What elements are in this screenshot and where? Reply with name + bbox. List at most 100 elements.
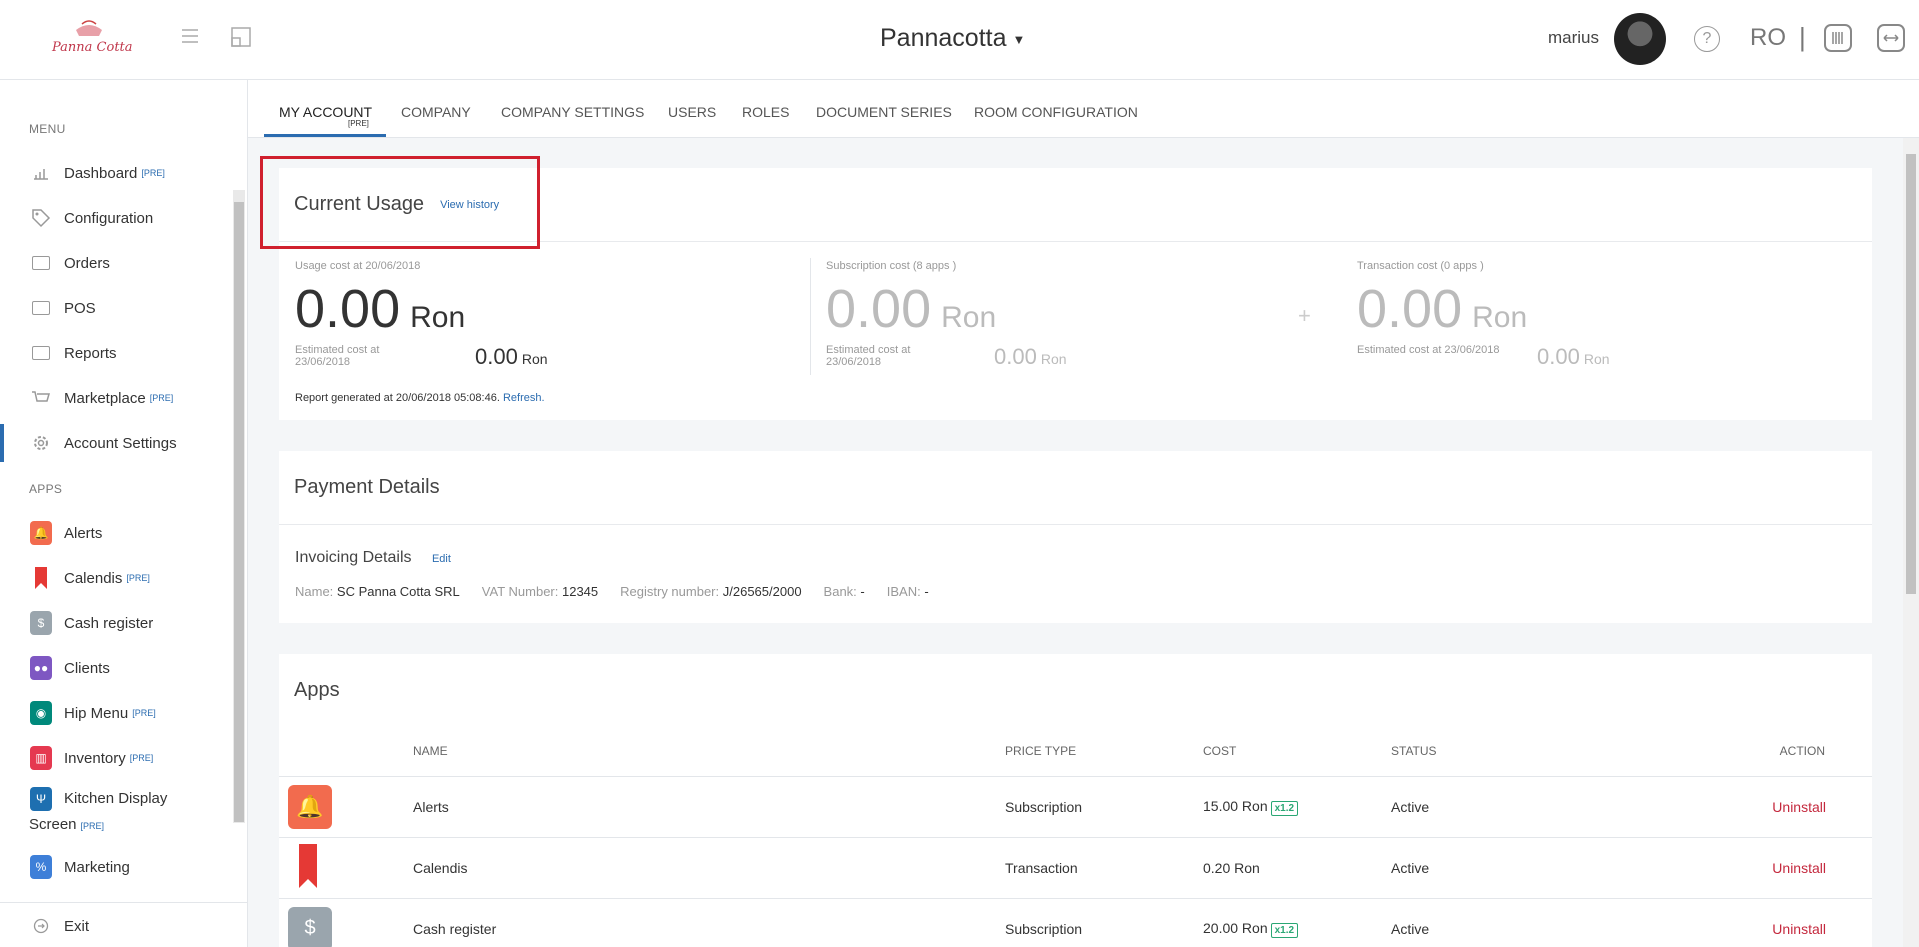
sidebar-item-marketplace[interactable]: Marketplace [PRE] (0, 379, 232, 417)
reports-icon (30, 342, 52, 364)
apps-table: NAME PRICE TYPE COST STATUS ACTION 🔔 Ale… (279, 726, 1872, 947)
tab-users[interactable]: USERS (668, 104, 716, 120)
header-divider: | (1799, 22, 1806, 52)
sidebar-item-dashboard[interactable]: Dashboard [PRE] (0, 154, 232, 192)
sidebar-item-account-settings[interactable]: Account Settings (0, 424, 232, 462)
app-status: Active (1391, 837, 1771, 899)
vat-number-value: 12345 (561, 584, 599, 599)
bank-value: - (860, 584, 865, 599)
cutlery-icon: Ψ (30, 787, 52, 811)
subscription-estimated-value: 0.00 Ron (994, 344, 1067, 369)
fullscreen-icon[interactable] (230, 26, 254, 50)
sidebar-item-configuration[interactable]: Configuration (0, 199, 232, 237)
subscription-cost-block: Subscription cost (8 apps ) 0.00 Ron Esti… (826, 260, 1246, 369)
sidebar-item-hip-menu[interactable]: ◉ Hip Menu [PRE] (0, 694, 232, 732)
sidebar-scrollbar[interactable] (233, 190, 245, 823)
tag-icon (30, 207, 52, 229)
sidebar-item-label: Orders (64, 254, 110, 272)
hamburger-menu-icon[interactable] (180, 26, 204, 50)
sidebar-item-label: Marketing (64, 858, 130, 876)
tab-roles[interactable]: ROLES (742, 104, 789, 120)
table-row: $ Cash register Subscription 20.00 Ron x1… (279, 898, 1872, 947)
pre-tag: [PRE] (80, 820, 105, 831)
payment-details-title: Payment Details (294, 476, 440, 498)
sidebar-item-marketing[interactable]: % Marketing (0, 848, 232, 886)
usage-estimated-value: 0.00 Ron (475, 344, 548, 369)
plus-sign: + (1298, 303, 1311, 328)
refresh-link[interactable]: Refresh. (503, 392, 545, 404)
sidebar-item-kitchen-display[interactable]: Ψ Kitchen Display Screen [PRE] (0, 784, 232, 840)
bell-icon: 🔔 (30, 521, 52, 545)
pre-tag: [PRE] (141, 168, 165, 178)
pre-tag: [PRE] (126, 573, 150, 583)
multiplier-badge: x1.2 (1270, 922, 1299, 938)
settings-tabs: MY ACCOUNT [PRE] COMPANY COMPANY SETTING… (248, 80, 1919, 138)
main-scrollbar[interactable] (1903, 138, 1919, 947)
tab-document-series[interactable]: DOCUMENT SERIES (816, 104, 952, 120)
usage-estimated-label: Estimated cost at 23/06/2018 (295, 344, 380, 368)
company-selector[interactable]: Pannacotta ▼ (880, 24, 1025, 53)
exit-icon (30, 915, 52, 937)
sidebar-item-cash-register[interactable]: $ Cash register (0, 604, 232, 642)
sidebar-item-reports[interactable]: Reports (0, 334, 232, 372)
sidebar-item-label: Alerts (64, 524, 103, 542)
pos-terminal-icon[interactable] (1824, 24, 1852, 52)
subscription-cost-value: 0.00 Ron (826, 279, 997, 339)
bookmark-icon (298, 844, 318, 891)
gear-icon (30, 432, 52, 454)
sidebar-item-inventory[interactable]: ▥ Inventory [PRE] (0, 739, 232, 777)
top-header: Panna Cotta Pannacotta ▼ marius ? RO | (0, 0, 1919, 80)
marketing-icon: % (30, 855, 52, 879)
uninstall-button[interactable]: Uninstall (1772, 860, 1826, 876)
uninstall-button[interactable]: Uninstall (1772, 799, 1826, 815)
expand-width-icon[interactable] (1877, 24, 1905, 52)
sidebar-item-label: POS (64, 299, 96, 317)
help-icon[interactable]: ? (1694, 26, 1720, 52)
sidebar-item-label: Configuration (64, 209, 154, 227)
sidebar-item-calendis[interactable]: Calendis [PRE] (0, 559, 232, 597)
avatar[interactable] (1614, 13, 1666, 65)
app-cost: 20.00 Ron (1203, 919, 1268, 936)
app-name: Alerts (413, 776, 1005, 838)
report-generated-text: Report generated at 20/06/2018 05:08:46.… (295, 392, 545, 404)
chevron-down-icon: ▼ (1012, 31, 1026, 47)
sidebar-item-orders[interactable]: Orders (0, 244, 232, 282)
iban-value: - (924, 584, 929, 599)
app-cost: 0.20 Ron (1203, 859, 1260, 876)
sidebar-item-label: Marketplace (64, 389, 146, 407)
invoicing-details-row: Name: SC Panna Cotta SRL VAT Number: 123… (295, 584, 929, 599)
tab-company-settings[interactable]: COMPANY SETTINGS (501, 104, 644, 120)
svg-text:Panna Cotta: Panna Cotta (51, 40, 132, 55)
usage-cost-block: Usage cost at 20/06/2018 0.00 Ron Estimat… (295, 260, 795, 369)
apps-title: Apps (294, 678, 340, 701)
sidebar-item-label-cont: Screen (29, 815, 77, 833)
column-header-name: NAME (413, 726, 1005, 777)
app-name: Calendis (413, 837, 1005, 899)
sidebar-item-clients[interactable]: ●● Clients (0, 649, 232, 687)
uninstall-button[interactable]: Uninstall (1772, 921, 1826, 937)
tab-my-account[interactable]: MY ACCOUNT (279, 104, 372, 120)
app-status: Active (1391, 776, 1771, 838)
pre-tag: [PRE] (149, 393, 174, 403)
user-name[interactable]: marius (1548, 28, 1599, 48)
column-header-status: STATUS (1391, 726, 1771, 777)
exit-button[interactable]: Exit (0, 907, 232, 945)
menu-section-label: MENU (29, 122, 66, 136)
highlight-box (260, 156, 540, 249)
edit-invoicing-link[interactable]: Edit (432, 553, 451, 565)
pannacotta-logo[interactable]: Panna Cotta (46, 18, 132, 58)
tab-company[interactable]: COMPANY (401, 104, 471, 120)
tab-room-configuration[interactable]: ROOM CONFIGURATION (974, 104, 1138, 120)
app-cost: 15.00 Ron (1203, 797, 1268, 814)
sidebar-item-pos[interactable]: POS (0, 289, 232, 327)
language-selector[interactable]: RO (1750, 24, 1786, 52)
pre-tag: [PRE] (129, 753, 154, 763)
transaction-estimated-label: Estimated cost at 23/06/2018 (1357, 344, 1500, 356)
column-header-cost: COST (1203, 726, 1391, 777)
chart-icon (30, 162, 52, 184)
transaction-estimated-value: 0.00 Ron (1537, 344, 1610, 369)
invoicing-details-heading: Invoicing Details Edit (295, 549, 451, 566)
apps-section-label: APPS (29, 482, 63, 496)
sidebar-item-alerts[interactable]: 🔔 Alerts (0, 514, 232, 552)
app-status: Active (1391, 898, 1771, 947)
